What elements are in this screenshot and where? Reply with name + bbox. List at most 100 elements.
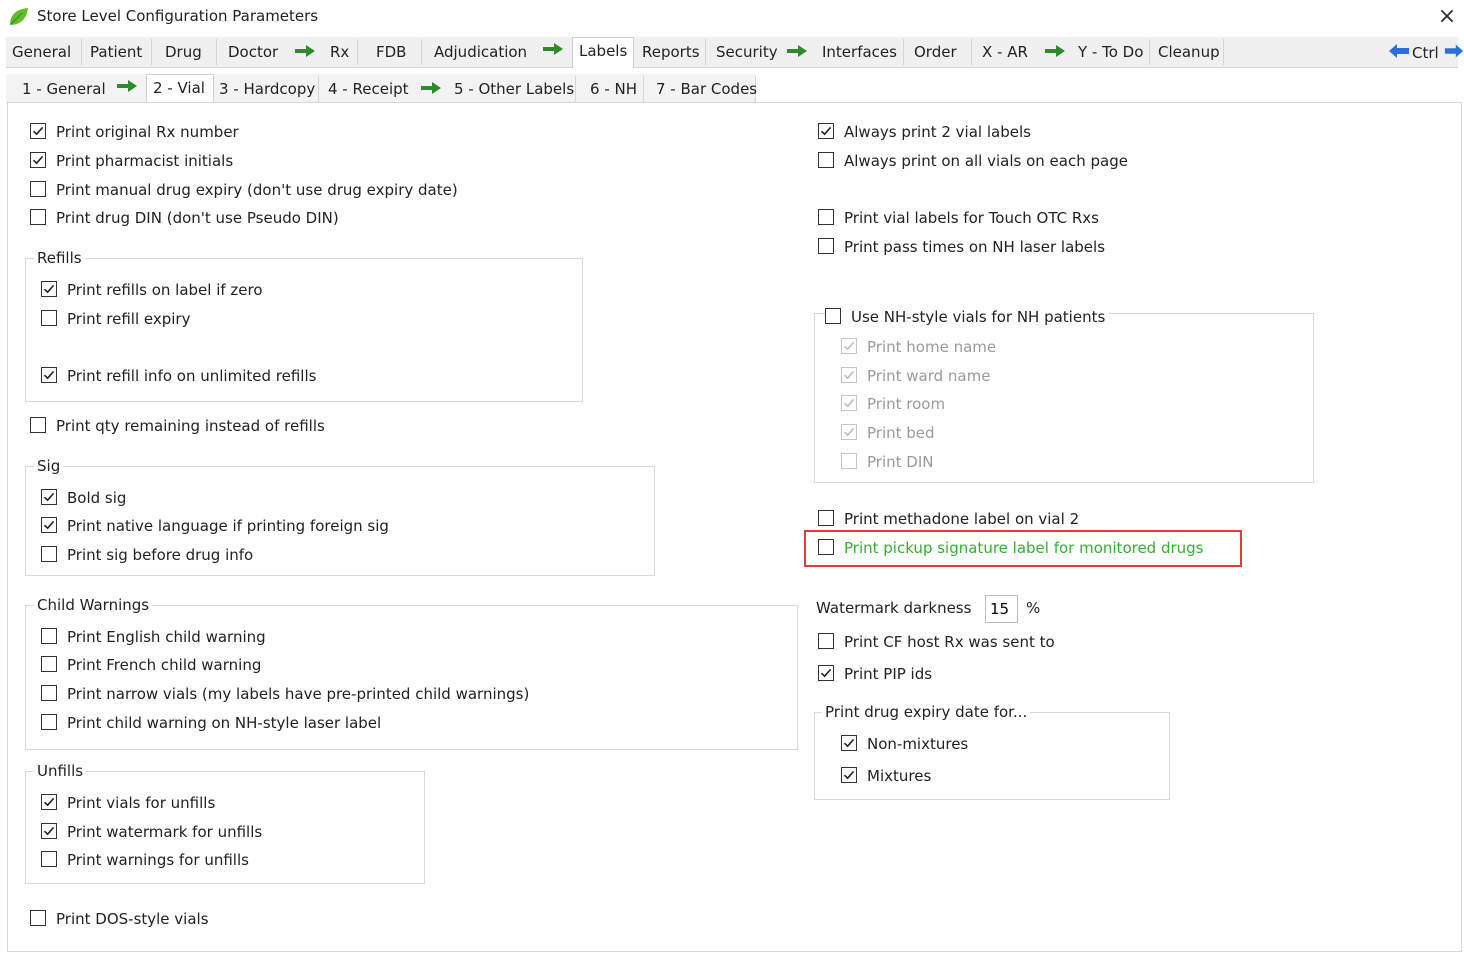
print-methadone-checkbox[interactable]: Print methadone label on vial 2 bbox=[818, 509, 1079, 529]
subtab-receipt[interactable]: 4 - Receipt bbox=[322, 76, 414, 102]
checkmark-icon bbox=[820, 668, 832, 678]
bold-sig-checkbox[interactable]: Bold sig bbox=[41, 488, 126, 508]
always-print-all-vials-checkbox[interactable]: Always print on all vials on each page bbox=[818, 151, 1128, 171]
arrow-right-icon bbox=[116, 79, 138, 93]
watermark-darkness-input[interactable] bbox=[985, 595, 1018, 623]
checkbox-box[interactable] bbox=[841, 453, 857, 469]
checkbox-box[interactable] bbox=[41, 489, 57, 505]
checkmark-icon bbox=[43, 370, 55, 380]
print-vials-unfills-checkbox[interactable]: Print vials for unfills bbox=[41, 793, 215, 813]
checkbox-box[interactable] bbox=[818, 123, 834, 139]
print-refill-expiry-checkbox[interactable]: Print refill expiry bbox=[41, 309, 190, 329]
arrow-right-blue-icon bbox=[1444, 44, 1464, 58]
tab-drug[interactable]: Drug bbox=[159, 39, 217, 65]
print-native-language-checkbox[interactable]: Print native language if printing foreig… bbox=[41, 516, 389, 536]
print-refill-unlimited-checkbox[interactable]: Print refill info on unlimited refills bbox=[41, 366, 316, 386]
checkbox-box[interactable] bbox=[841, 395, 857, 411]
checkbox-box[interactable] bbox=[30, 910, 46, 926]
checkbox-box[interactable] bbox=[41, 685, 57, 701]
tab-interfaces[interactable]: Interfaces bbox=[816, 39, 904, 65]
print-pip-ids-checkbox[interactable]: Print PIP ids bbox=[818, 664, 932, 684]
checkbox-box[interactable] bbox=[818, 665, 834, 681]
subtab-bar-codes[interactable]: 7 - Bar Codes bbox=[650, 76, 757, 102]
tab-reports[interactable]: Reports bbox=[636, 39, 706, 65]
subtab-nh[interactable]: 6 - NH bbox=[584, 76, 644, 102]
checkbox-box[interactable] bbox=[30, 152, 46, 168]
refills-group-title: Refills bbox=[34, 249, 85, 267]
tab-adjudication[interactable]: Adjudication bbox=[428, 39, 534, 65]
print-child-warning-nh-checkbox[interactable]: Print child warning on NH-style laser la… bbox=[41, 713, 381, 733]
print-pharmacist-initials-checkbox[interactable]: Print pharmacist initials bbox=[30, 151, 233, 171]
tab-y-todo[interactable]: Y - To Do bbox=[1072, 39, 1150, 65]
print-pass-times-checkbox[interactable]: Print pass times on NH laser labels bbox=[818, 237, 1105, 257]
checkbox-box[interactable] bbox=[41, 367, 57, 383]
checkbox-box[interactable] bbox=[41, 281, 57, 297]
checkmark-icon bbox=[43, 797, 55, 807]
print-cf-host-checkbox[interactable]: Print CF host Rx was sent to bbox=[818, 632, 1055, 652]
tab-security[interactable]: Security bbox=[710, 39, 780, 65]
print-refills-zero-checkbox[interactable]: Print refills on label if zero bbox=[41, 280, 263, 300]
checkbox-box[interactable] bbox=[818, 510, 834, 526]
checkbox-box[interactable] bbox=[41, 517, 57, 533]
nav-right-button[interactable] bbox=[1444, 41, 1464, 65]
tab-labels[interactable]: Labels bbox=[572, 37, 634, 68]
subtab-vial[interactable]: 2 - Vial bbox=[146, 74, 214, 105]
arrow-right-icon bbox=[1044, 44, 1066, 58]
print-dos-style-checkbox[interactable]: Print DOS-style vials bbox=[30, 909, 209, 929]
tab-x-ar[interactable]: X - AR bbox=[976, 39, 1038, 65]
use-nh-style-vials-checkbox[interactable]: Use NH-style vials for NH patients bbox=[825, 307, 1110, 327]
always-print-2-vial-checkbox[interactable]: Always print 2 vial labels bbox=[818, 122, 1031, 142]
subtab-other-labels[interactable]: 5 - Other Labels bbox=[448, 76, 576, 102]
mixtures-checkbox[interactable]: Mixtures bbox=[841, 766, 931, 786]
print-pickup-signature-checkbox[interactable]: Print pickup signature label for monitor… bbox=[818, 538, 1204, 558]
checkbox-box[interactable] bbox=[30, 209, 46, 225]
print-original-rx-checkbox[interactable]: Print original Rx number bbox=[30, 122, 239, 142]
checkbox-box[interactable] bbox=[41, 628, 57, 644]
tab-patient[interactable]: Patient bbox=[84, 39, 152, 65]
tab-rx[interactable]: Rx bbox=[324, 39, 358, 65]
checkbox-box[interactable] bbox=[41, 794, 57, 810]
checkbox-box[interactable] bbox=[841, 338, 857, 354]
tab-general[interactable]: General bbox=[6, 39, 82, 65]
checkbox-box[interactable] bbox=[41, 714, 57, 730]
checkbox-box[interactable] bbox=[41, 656, 57, 672]
checkbox-box[interactable] bbox=[30, 417, 46, 433]
subtab-general[interactable]: 1 - General bbox=[16, 76, 112, 102]
print-watermark-unfills-checkbox[interactable]: Print watermark for unfills bbox=[41, 822, 262, 842]
subtab-hardcopy[interactable]: 3 - Hardcopy bbox=[213, 76, 319, 102]
checkbox-box[interactable] bbox=[41, 310, 57, 326]
tab-cleanup[interactable]: Cleanup bbox=[1152, 39, 1224, 65]
checkbox-box[interactable] bbox=[818, 539, 834, 555]
nav-left-button[interactable] bbox=[1388, 41, 1410, 65]
tab-order[interactable]: Order bbox=[908, 39, 972, 65]
checkbox-box[interactable] bbox=[818, 633, 834, 649]
print-drug-din-checkbox[interactable]: Print drug DIN (don't use Pseudo DIN) bbox=[30, 208, 339, 228]
non-mixtures-checkbox[interactable]: Non-mixtures bbox=[841, 734, 968, 754]
checkbox-box[interactable] bbox=[841, 367, 857, 383]
checkbox-box[interactable] bbox=[841, 767, 857, 783]
checkbox-box[interactable] bbox=[818, 209, 834, 225]
close-button[interactable]: × bbox=[1434, 4, 1460, 30]
print-french-child-warning-checkbox[interactable]: Print French child warning bbox=[41, 655, 261, 675]
checkbox-box[interactable] bbox=[30, 181, 46, 197]
print-warnings-unfills-checkbox[interactable]: Print warnings for unfills bbox=[41, 850, 249, 870]
checkmark-icon bbox=[43, 520, 55, 530]
print-qty-remaining-checkbox[interactable]: Print qty remaining instead of refills bbox=[30, 416, 325, 436]
print-manual-drug-expiry-checkbox[interactable]: Print manual drug expiry (don't use drug… bbox=[30, 180, 458, 200]
print-english-child-warning-checkbox[interactable]: Print English child warning bbox=[41, 627, 266, 647]
checkbox-box[interactable] bbox=[41, 546, 57, 562]
print-sig-before-drug-checkbox[interactable]: Print sig before drug info bbox=[41, 545, 253, 565]
checkbox-box[interactable] bbox=[818, 238, 834, 254]
watermark-darkness-label: Watermark darkness bbox=[816, 599, 972, 617]
print-touch-otc-checkbox[interactable]: Print vial labels for Touch OTC Rxs bbox=[818, 208, 1099, 228]
checkbox-box[interactable] bbox=[841, 735, 857, 751]
checkbox-box[interactable] bbox=[818, 152, 834, 168]
checkbox-box[interactable] bbox=[41, 851, 57, 867]
checkbox-box[interactable] bbox=[825, 308, 841, 324]
checkbox-box[interactable] bbox=[30, 123, 46, 139]
checkbox-box[interactable] bbox=[841, 424, 857, 440]
tab-fdb[interactable]: FDB bbox=[370, 39, 422, 65]
tab-doctor[interactable]: Doctor bbox=[222, 39, 290, 65]
print-narrow-vials-checkbox[interactable]: Print narrow vials (my labels have pre-p… bbox=[41, 684, 529, 704]
checkbox-box[interactable] bbox=[41, 823, 57, 839]
